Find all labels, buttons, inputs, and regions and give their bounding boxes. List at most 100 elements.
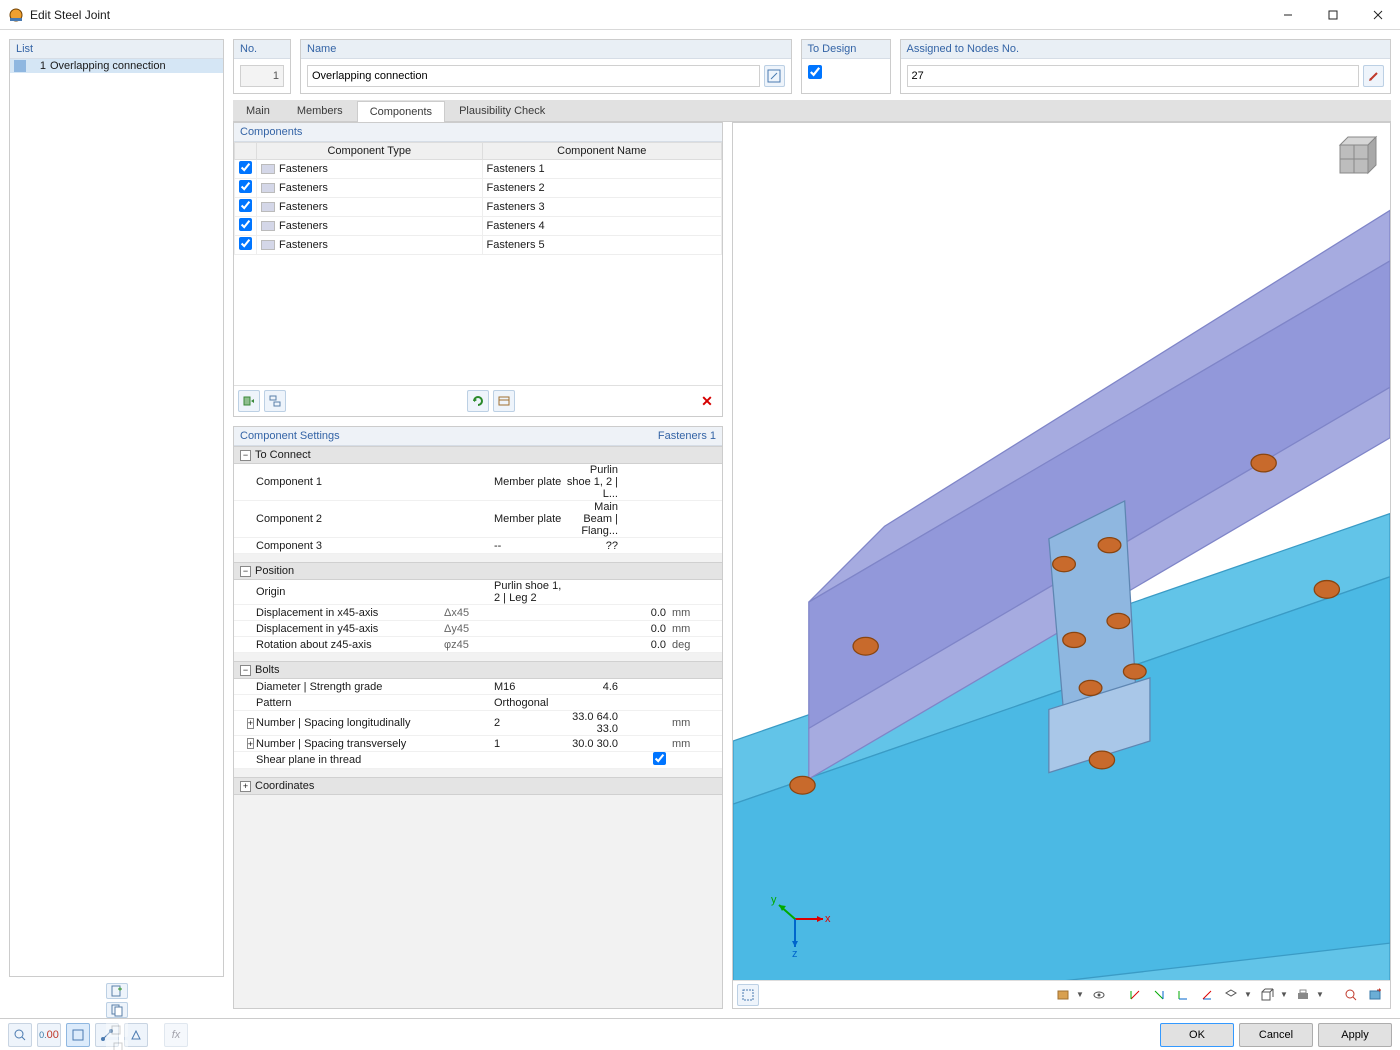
property-row[interactable]: Rotation about z45-axis φz45 0.0 deg [234,637,722,653]
view-panel: x y z ▼ [732,122,1391,1009]
no-input[interactable] [240,65,284,87]
prop-name: Component 1 [254,476,444,488]
tab-members[interactable]: Members [284,100,356,121]
apply-button[interactable]: Apply [1318,1023,1392,1047]
titlebar: Edit Steel Joint [0,0,1400,30]
property-row[interactable]: Component 1 Member plate Purlin shoe 1, … [234,464,722,501]
settings-body[interactable]: −To Connect Component 1 Member plate Pur… [234,446,722,1008]
mode3-button[interactable] [124,1023,148,1047]
group-to-connect[interactable]: −To Connect [234,446,722,464]
property-row[interactable]: + Number | Spacing transversely 1 30.0 3… [234,736,722,752]
group-bolts[interactable]: −Bolts [234,661,722,679]
list-panel: List 1 Overlapping connection [9,39,224,977]
assigned-input[interactable] [907,65,1360,87]
row-name: Fasteners 1 [482,160,721,179]
property-row[interactable]: Shear plane in thread [234,752,722,769]
tab-main[interactable]: Main [233,100,283,121]
prop-name: Component 3 [254,540,444,552]
print-button[interactable] [1292,984,1314,1006]
row-name: Fasteners 2 [482,179,721,198]
row-type: Fasteners [279,239,328,251]
prop-value2: 33.0 64.0 33.0 [564,711,620,735]
property-row[interactable]: Origin Purlin shoe 1, 2 | Leg 2 [234,580,722,605]
new-item-button[interactable] [106,983,128,999]
ok-button[interactable]: OK [1160,1023,1234,1047]
prop-name: Origin [254,586,444,598]
reorder-component-button[interactable] [264,390,286,412]
prop-value: Member plate [494,476,564,488]
view-xy-button[interactable] [1124,984,1146,1006]
table-row[interactable]: Fasteners Fasteners 3 [235,198,722,217]
table-row[interactable]: Fasteners Fasteners 4 [235,217,722,236]
table-row[interactable]: Fasteners Fasteners 1 [235,160,722,179]
property-row[interactable]: Component 2 Member plate Main Beam | Fla… [234,501,722,538]
components-table[interactable]: Component Type Component Name Fasteners … [234,142,722,385]
view-style-button[interactable] [1052,984,1074,1006]
name-input[interactable] [307,65,760,87]
property-row[interactable]: + Number | Spacing longitudinally 2 33.0… [234,711,722,736]
row-swatch [261,183,275,193]
row-checkbox[interactable] [239,218,252,231]
svg-text:x: x [825,913,831,925]
list-body[interactable]: 1 Overlapping connection [10,59,223,976]
row-checkbox[interactable] [239,199,252,212]
components-toolbar: ✕ [234,385,722,416]
table-row[interactable]: Fasteners Fasteners 2 [235,179,722,198]
copy-item-button[interactable] [106,1002,128,1018]
row-type: Fasteners [279,201,328,213]
property-row[interactable]: Diameter | Strength grade M16 4.6 [234,679,722,695]
row-checkbox[interactable] [239,180,252,193]
units-button[interactable]: 0.00 [37,1023,61,1047]
tab-plausibility[interactable]: Plausibility Check [446,100,558,121]
no-panel: No. [233,39,291,94]
view-iso-button[interactable] [1220,984,1242,1006]
row-checkbox[interactable] [239,161,252,174]
prop-number: 0.0 [620,639,668,651]
prop-name: Shear plane in thread [254,754,444,766]
delete-component-button[interactable]: ✕ [696,390,718,412]
row-checkbox[interactable] [239,237,252,250]
edit-name-button[interactable] [764,65,785,87]
no-label: No. [234,40,290,59]
tab-components[interactable]: Components [357,101,445,122]
refresh-button[interactable] [467,390,489,412]
row-name: Fasteners 5 [482,236,721,255]
add-component-button[interactable] [238,390,260,412]
property-row[interactable]: Pattern Orthogonal [234,695,722,711]
property-row[interactable]: Displacement in x45-axis Δx45 0.0 mm [234,605,722,621]
group-coordinates[interactable]: +Coordinates [234,777,722,795]
prop-value: -- [494,540,564,552]
view-cube[interactable] [1326,131,1382,190]
zoom-extents-button[interactable] [1340,984,1362,1006]
script-button[interactable]: fx [164,1023,188,1047]
select-mode-button[interactable] [737,984,759,1006]
group-position[interactable]: −Position [234,562,722,580]
prop-value: Orthogonal [494,697,564,709]
settings-subject: Fasteners 1 [658,430,716,442]
property-row[interactable]: Component 3 -- ?? [234,538,722,554]
help-button[interactable] [8,1023,32,1047]
pick-nodes-button[interactable] [1363,65,1384,87]
prop-checkbox[interactable] [653,752,666,765]
library-button[interactable] [493,390,515,412]
mode1-button[interactable] [66,1023,90,1047]
to-design-checkbox[interactable] [808,65,822,79]
cancel-button[interactable]: Cancel [1239,1023,1313,1047]
view-zx-button[interactable] [1196,984,1218,1006]
minimize-button[interactable] [1265,0,1310,30]
view-yx-button[interactable] [1148,984,1170,1006]
view-yz-button[interactable] [1172,984,1194,1006]
visibility-button[interactable] [1088,984,1110,1006]
prop-unit: mm [668,717,698,729]
property-row[interactable]: Displacement in y45-axis Δy45 0.0 mm [234,621,722,637]
row-type: Fasteners [279,220,328,232]
view-box-button[interactable] [1256,984,1278,1006]
new-window-button[interactable] [1364,984,1386,1006]
col-component-name: Component Name [482,143,721,160]
maximize-button[interactable] [1310,0,1355,30]
prop-unit: mm [668,607,698,619]
list-item[interactable]: 1 Overlapping connection [10,59,223,73]
close-button[interactable] [1355,0,1400,30]
table-row[interactable]: Fasteners Fasteners 5 [235,236,722,255]
view-canvas[interactable]: x y z [733,123,1390,980]
